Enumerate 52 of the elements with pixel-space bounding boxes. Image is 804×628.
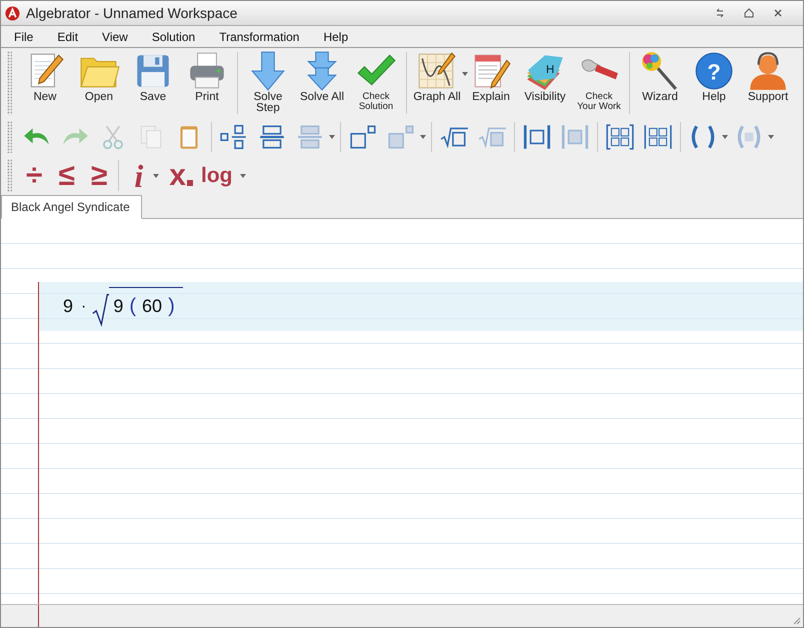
menu-item[interactable]: Help	[316, 30, 358, 44]
symbol-button[interactable]: ≥	[90, 158, 108, 194]
math-paren: (	[129, 294, 136, 318]
caret-icon[interactable]	[153, 174, 160, 178]
toolbar-button[interactable]: Wizard	[633, 50, 687, 116]
toolbar-button[interactable]: Save	[126, 50, 180, 116]
restore-icon[interactable]	[715, 8, 725, 18]
toolbar-button[interactable]: Support	[741, 50, 795, 116]
det-icon[interactable]	[643, 124, 673, 150]
math-number: 9	[113, 296, 124, 316]
support-person-icon	[747, 50, 789, 92]
caret-icon[interactable]	[240, 174, 246, 178]
abs-icon[interactable]	[522, 124, 552, 150]
symbol-button[interactable]: log	[200, 158, 232, 194]
matrix-icon[interactable]	[605, 124, 635, 150]
math-number: 9	[63, 296, 74, 317]
symbol-button[interactable]: ≤	[58, 158, 75, 194]
menu-item[interactable]: Edit	[50, 30, 88, 44]
symbol-button[interactable]: i	[134, 158, 144, 194]
toolbar-button[interactable]: Check Solution	[349, 50, 403, 116]
resize-grip-icon[interactable]	[791, 615, 801, 625]
toolbar-button[interactable]: Solve All	[295, 50, 349, 116]
toolbar-button[interactable]: Print	[180, 50, 234, 116]
toolbar-button[interactable]: New	[18, 50, 72, 116]
toolbar-button[interactable]: ? Help	[687, 50, 741, 116]
caret-icon[interactable]	[722, 135, 728, 139]
symbol-button[interactable]: ÷	[26, 158, 42, 194]
symbol-button[interactable]: x	[169, 158, 186, 194]
subscript-box-icon	[186, 180, 193, 186]
math-paren: )	[168, 294, 175, 318]
workspace-tab[interactable]: Black Angel Syndicate	[1, 195, 142, 219]
toolbar-button[interactable]: Open	[72, 50, 126, 116]
toolbar-button[interactable]: Solve Step	[241, 50, 295, 116]
close-icon[interactable]	[773, 8, 783, 18]
math-number: 60	[142, 296, 162, 316]
power-icon[interactable]	[348, 124, 378, 150]
toolbar-button[interactable]: Graph All	[410, 50, 464, 116]
help-icon: ?	[693, 50, 735, 92]
math-operator: ·	[81, 298, 86, 316]
toolbar-button[interactable]: H Visibility	[518, 50, 572, 116]
home-icon[interactable]	[744, 8, 754, 18]
caret-icon[interactable]	[462, 72, 468, 76]
toolbar-button[interactable]: Check Your Work	[572, 50, 626, 116]
app-logo-icon	[5, 6, 20, 20]
menu-item[interactable]: Transformation	[212, 30, 308, 44]
over-icon[interactable]	[257, 124, 287, 150]
window-title: Algebrator - Unnamed Workspace	[26, 5, 238, 21]
menu-item[interactable]: File	[7, 30, 42, 44]
toolbar-button[interactable]: Explain	[464, 50, 518, 116]
menu-item[interactable]: Solution	[144, 30, 204, 44]
menu-item[interactable]: View	[95, 30, 137, 44]
fraction-icon[interactable]	[219, 124, 249, 150]
